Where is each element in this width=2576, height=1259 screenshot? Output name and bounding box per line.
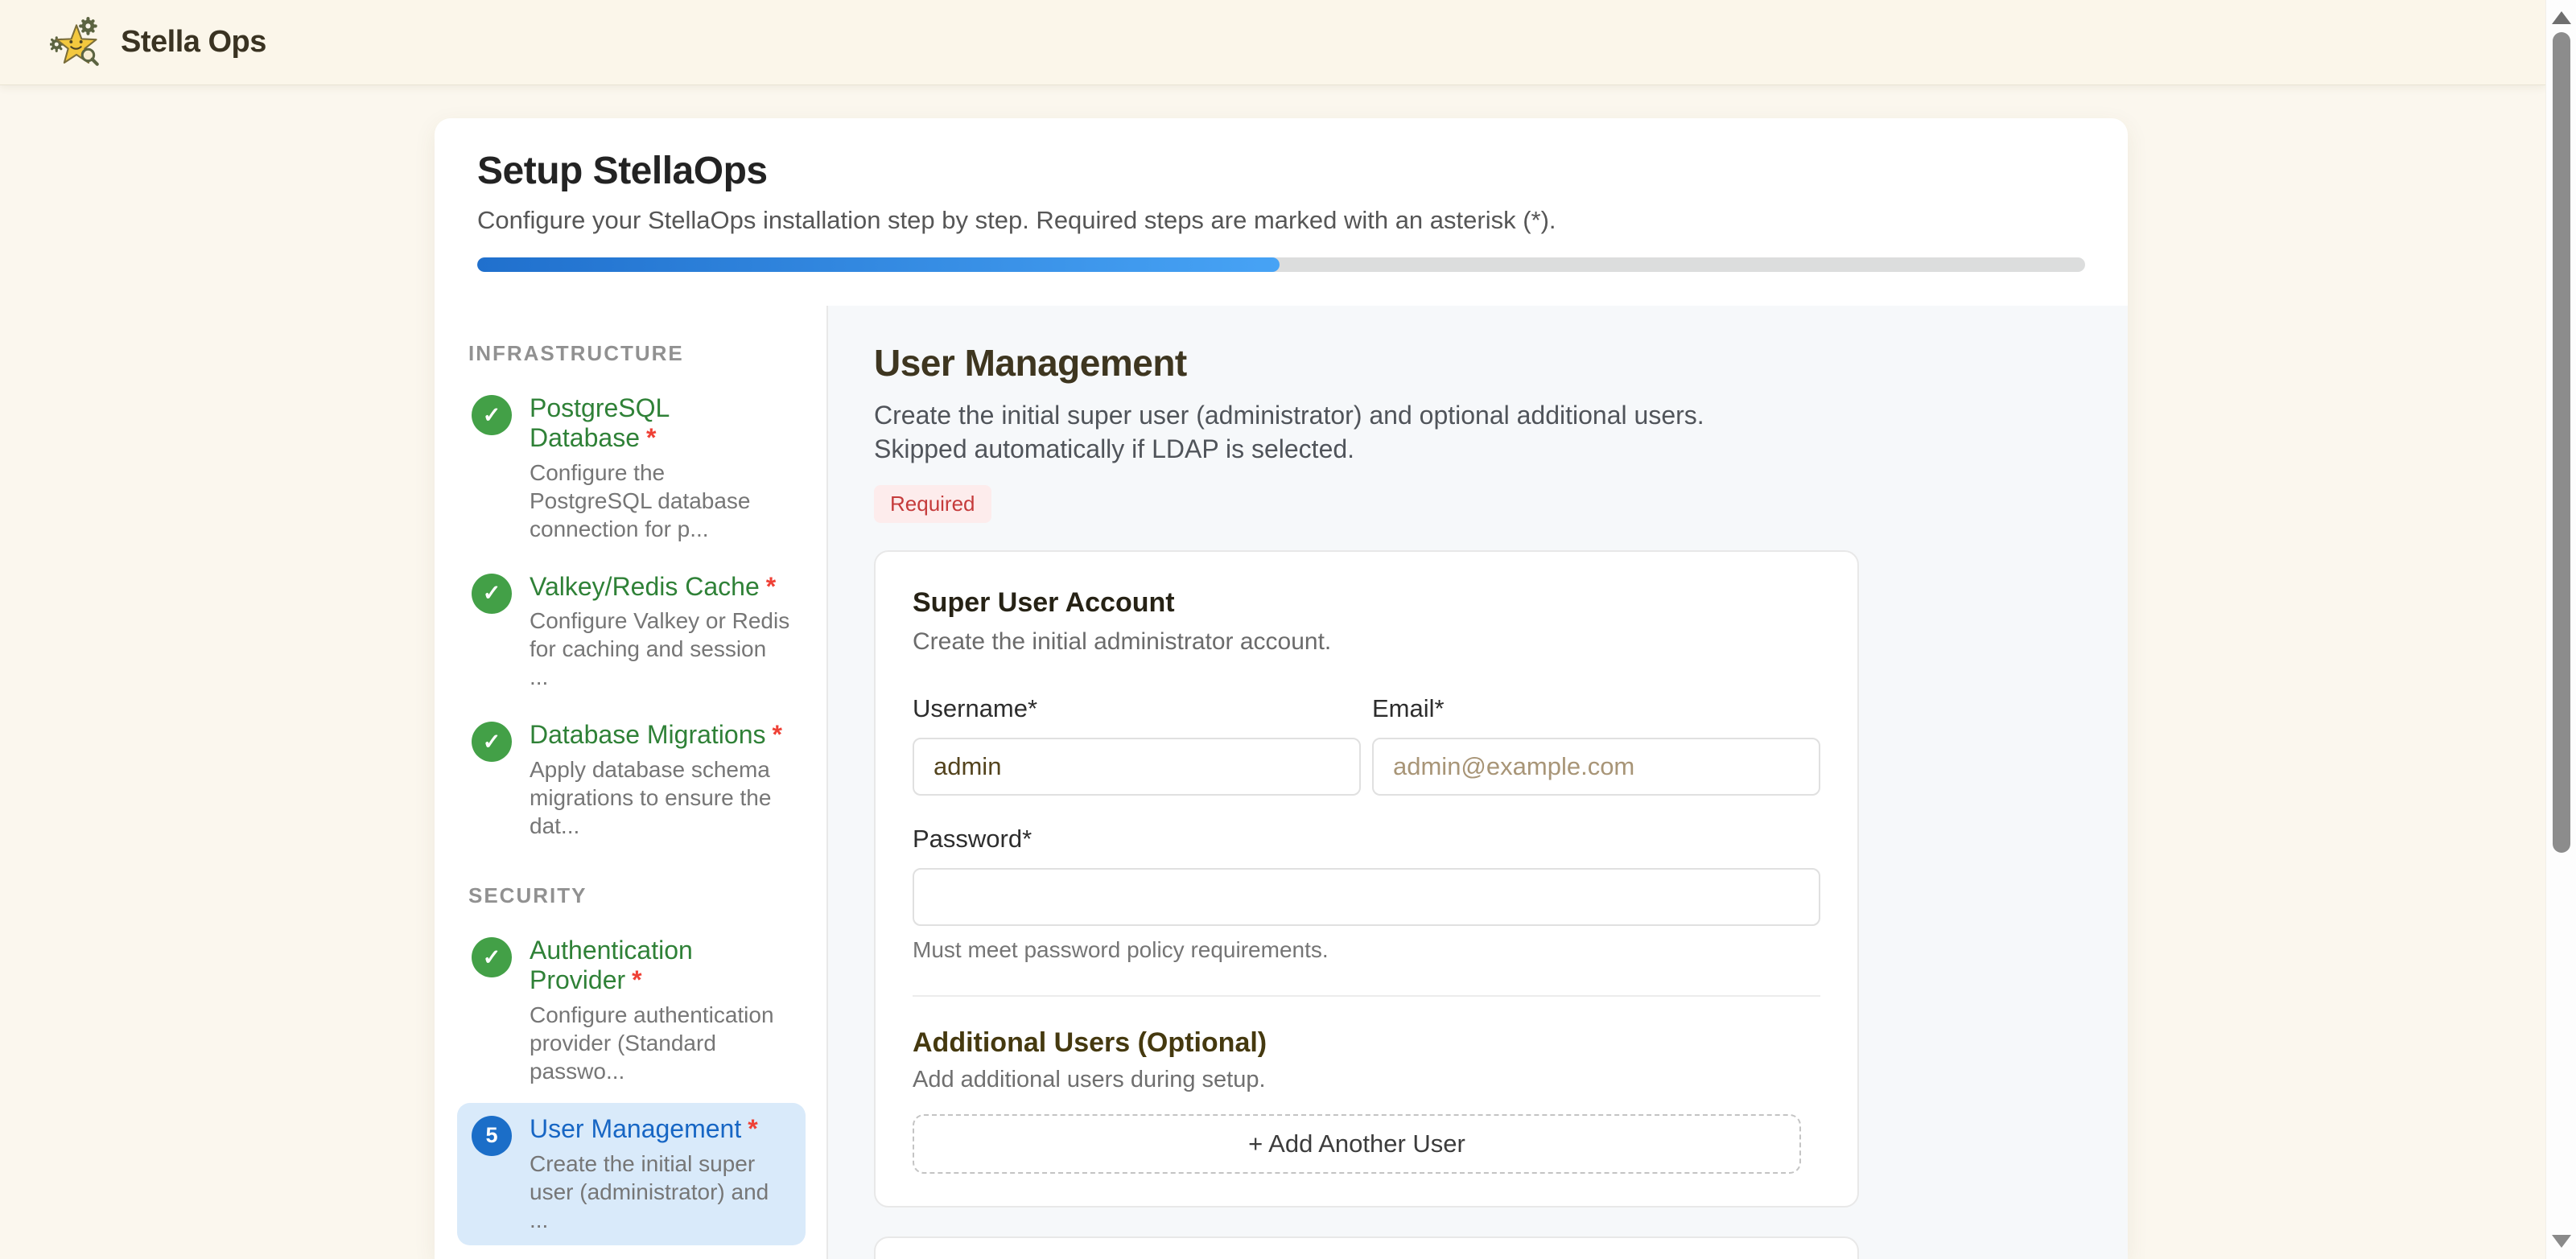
- step-description: Configure authentication provider (Stand…: [530, 1001, 791, 1085]
- email-field-group: Email*: [1372, 694, 1820, 796]
- required-asterisk: *: [632, 965, 641, 994]
- step-description-text: Create the initial super user (administr…: [874, 399, 1767, 466]
- username-field-group: Username*: [913, 694, 1361, 796]
- email-label: Email*: [1372, 694, 1820, 723]
- step-content: User Management Create the initial super…: [828, 306, 2128, 1259]
- scrollbar-down-arrow-icon[interactable]: [2552, 1235, 2571, 1248]
- required-asterisk: *: [766, 572, 776, 601]
- sidebar-item-cryptographic-provider[interactable]: ✓ Cryptographic Provider Select cryptogr…: [457, 1252, 806, 1259]
- page-title: Setup StellaOps: [477, 149, 2085, 193]
- password-field-group: Password* Must meet password policy requ…: [913, 825, 1820, 963]
- step-title: Authentication Provider*: [530, 936, 791, 995]
- card-divider: [913, 995, 1820, 997]
- step-title: Database Migrations*: [530, 720, 791, 750]
- sidebar-item-user-management[interactable]: 5 User Management* Create the initial su…: [457, 1103, 806, 1245]
- step-number-badge: 5: [472, 1116, 512, 1156]
- brand-name: Stella Ops: [121, 25, 266, 60]
- super-user-card: Super User Account Create the initial ad…: [874, 550, 1859, 1208]
- step-description: Create the initial super user (administr…: [530, 1150, 791, 1234]
- password-label: Password*: [913, 825, 1820, 854]
- sidebar-item-database-migrations[interactable]: ✓ Database Migrations* Apply database sc…: [457, 709, 806, 851]
- sidebar-item-postgresql-database[interactable]: ✓ PostgreSQL Database* Configure the Pos…: [457, 382, 806, 554]
- step-complete-icon: ✓: [472, 722, 512, 762]
- required-asterisk: *: [748, 1114, 757, 1143]
- setup-panel: Setup StellaOps Configure your StellaOps…: [435, 118, 2128, 1259]
- section-label-security: SECURITY: [468, 883, 806, 908]
- additional-users-subtitle: Add additional users during setup.: [913, 1067, 1820, 1093]
- email-input[interactable]: [1372, 738, 1820, 796]
- validation-checks-card: Validation Checks exists Check passed: [874, 1236, 1859, 1259]
- step-complete-icon: ✓: [472, 937, 512, 977]
- password-input[interactable]: [913, 868, 1820, 926]
- step-complete-icon: ✓: [472, 574, 512, 614]
- required-badge: Required: [874, 485, 991, 523]
- additional-users-title: Additional Users (Optional): [913, 1027, 1820, 1059]
- setup-steps-sidebar: INFRASTRUCTURE ✓ PostgreSQL Database* Co…: [435, 306, 828, 1259]
- page-scrollbar[interactable]: [2545, 0, 2576, 1259]
- brand: Stella Ops: [50, 16, 266, 69]
- sidebar-item-authentication-provider[interactable]: ✓ Authentication Provider* Configure aut…: [457, 924, 806, 1096]
- section-security: SECURITY ✓ Authentication Provider* Conf…: [457, 883, 806, 1259]
- page-subtitle: Configure your StellaOps installation st…: [477, 206, 2085, 235]
- add-another-user-button[interactable]: + Add Another User: [913, 1114, 1801, 1174]
- step-description: Apply database schema migrations to ensu…: [530, 755, 791, 840]
- scrollbar-thumb[interactable]: [2553, 32, 2570, 853]
- password-hint: Must meet password policy requirements.: [913, 937, 1820, 963]
- step-title: PostgreSQL Database*: [530, 393, 791, 453]
- setup-header: Setup StellaOps Configure your StellaOps…: [435, 118, 2128, 272]
- section-infrastructure: INFRASTRUCTURE ✓ PostgreSQL Database* Co…: [457, 341, 806, 851]
- scrollbar-up-arrow-icon[interactable]: [2552, 11, 2571, 24]
- setup-progress-bar: [477, 257, 2085, 272]
- required-asterisk: *: [772, 720, 781, 749]
- section-label-infrastructure: INFRASTRUCTURE: [468, 341, 806, 366]
- step-complete-icon: ✓: [472, 395, 512, 435]
- username-input[interactable]: [913, 738, 1361, 796]
- step-description: Configure Valkey or Redis for caching an…: [530, 607, 791, 691]
- stella-ops-logo-icon: [50, 16, 103, 69]
- required-asterisk: *: [646, 423, 656, 452]
- sidebar-item-valkey-redis-cache[interactable]: ✓ Valkey/Redis Cache* Configure Valkey o…: [457, 561, 806, 703]
- super-user-card-title: Super User Account: [913, 587, 1820, 619]
- top-bar: Stella Ops: [0, 0, 2545, 85]
- step-heading: User Management: [874, 341, 2082, 385]
- step-title: User Management*: [530, 1114, 791, 1144]
- super-user-card-subtitle: Create the initial administrator account…: [913, 628, 1820, 656]
- username-label: Username*: [913, 694, 1361, 723]
- step-description: Configure the PostgreSQL database connec…: [530, 459, 791, 543]
- step-title: Valkey/Redis Cache*: [530, 572, 791, 602]
- setup-progress-fill: [477, 257, 1280, 272]
